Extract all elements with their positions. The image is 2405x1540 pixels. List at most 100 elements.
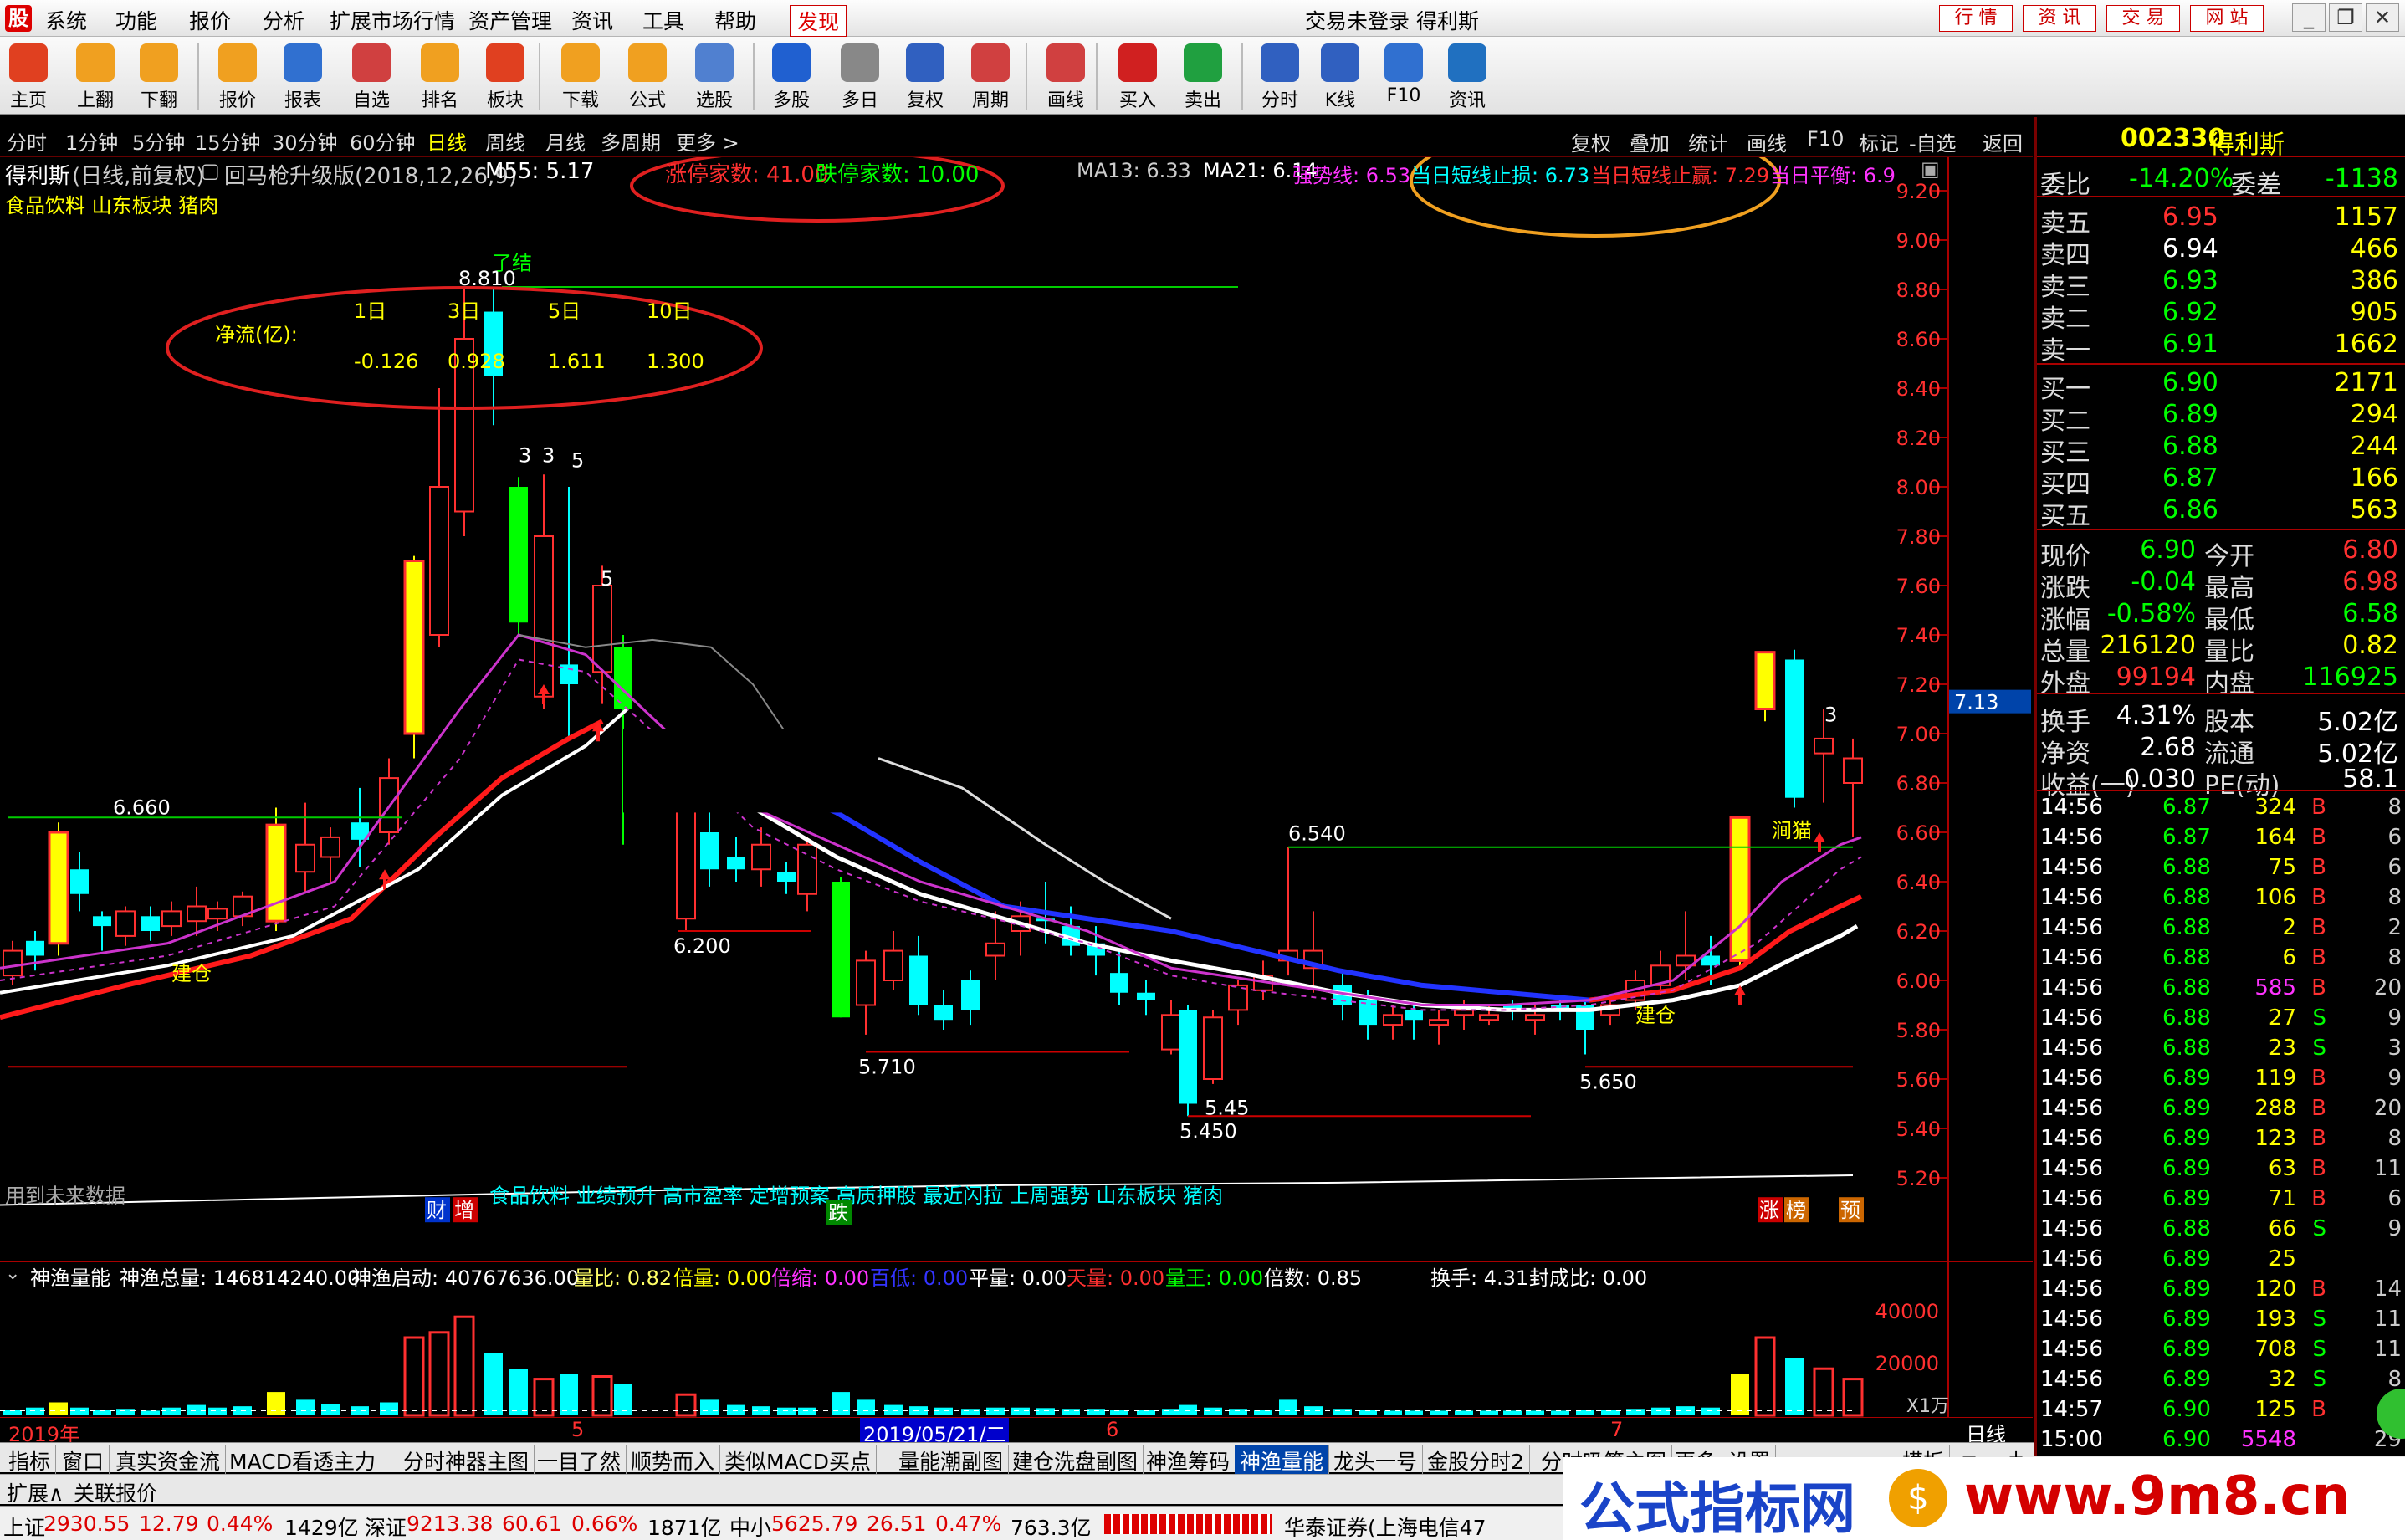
chart-settings-icon[interactable]: ▣	[1921, 157, 1940, 181]
tab-2[interactable]: 真实资金流	[110, 1445, 227, 1476]
menu-system[interactable]: 系统	[45, 5, 87, 35]
candle-body	[1785, 659, 1804, 798]
toolbar-f6-button[interactable]: 自选	[341, 40, 402, 112]
toolbar-separator	[753, 43, 755, 110]
toolbar-f10-button[interactable]: F10	[1374, 40, 1434, 112]
news-button[interactable]: 资 讯	[2023, 5, 2096, 32]
toolbar-formula-button[interactable]: 公式	[617, 40, 678, 112]
tab-related-quote[interactable]: 关联报价	[74, 1477, 157, 1507]
chart-tool-5[interactable]: 标记	[1859, 127, 1899, 156]
tick-side-16: B	[2311, 1277, 2326, 1302]
menu-tools[interactable]: 工具	[642, 5, 684, 35]
menu-help[interactable]: 帮助	[714, 5, 756, 35]
trade-button[interactable]: 交 易	[2106, 5, 2180, 32]
price-axis-label: 7.80	[1896, 525, 1941, 549]
volume-bar	[986, 1407, 1005, 1415]
toolbar-clock-button[interactable]: 多日	[830, 40, 890, 112]
toolbar-f8-button[interactable]: 周期	[960, 40, 1021, 112]
chart-tool-1[interactable]: 叠加	[1630, 127, 1670, 156]
volume-menu-icon[interactable]: ⌄	[5, 1263, 20, 1284]
chart-tool-4[interactable]: F10	[1807, 127, 1844, 151]
toolbar-kline-button[interactable]: K线	[1310, 40, 1370, 112]
menu-assets[interactable]: 资产管理	[468, 5, 552, 35]
toolbar-home-button[interactable]: 主页	[0, 40, 59, 112]
toolbar-sell-button[interactable]: 卖出	[1173, 40, 1233, 112]
bid-price-3: 6.87	[2162, 463, 2218, 493]
tab-5[interactable]: 一目了然	[532, 1445, 627, 1476]
menu-function[interactable]: 功能	[115, 5, 157, 35]
tab-9[interactable]: 建仓洗盘副图	[1007, 1445, 1144, 1476]
website-button[interactable]: 网 站	[2190, 5, 2264, 32]
toolbar-button-label: 公式	[628, 90, 666, 111]
toolbar-draw-button[interactable]: 画线	[1036, 40, 1096, 112]
restore-icon[interactable]: ❐	[2329, 3, 2362, 32]
price-axis-label: 5.60	[1896, 1068, 1941, 1092]
period-tab-6[interactable]: 日线	[427, 126, 467, 156]
volume-bar	[1430, 1410, 1448, 1415]
toolbar-intraday-button[interactable]: 分时	[1250, 40, 1310, 112]
period-tab-1[interactable]: 1分钟	[65, 126, 118, 156]
toolbar-report-button[interactable]: 报表	[273, 40, 333, 112]
period-tab-0[interactable]: 分时	[7, 126, 47, 156]
tab-1[interactable]: 窗口	[57, 1445, 110, 1476]
menu-discover[interactable]: 发现	[790, 5, 847, 37]
tab-8[interactable]: 量能潮副图	[893, 1445, 1010, 1476]
menu-extended-market[interactable]: 扩展市场行情	[330, 5, 455, 35]
tab-3[interactable]: MACD看透主力	[224, 1445, 381, 1476]
tab-13[interactable]: 金股分时2	[1422, 1445, 1530, 1476]
candle-body	[48, 831, 69, 945]
tab-10[interactable]: 神渔筹码	[1141, 1445, 1236, 1476]
tab-6[interactable]: 顺势而入	[626, 1445, 721, 1476]
period-tab-3[interactable]: 15分钟	[195, 126, 261, 156]
chart-tool-0[interactable]: 复权	[1571, 127, 1611, 156]
sz-amount: 1871亿	[647, 1516, 722, 1540]
chart-tool-3[interactable]: 画线	[1747, 127, 1787, 156]
toolbar-multi-stock-button[interactable]: 多股	[761, 40, 821, 112]
toolbar-pick-stock-button[interactable]: 选股	[684, 40, 745, 112]
f6-icon	[352, 43, 391, 82]
menu-news[interactable]: 资讯	[571, 5, 613, 35]
period-tab-8[interactable]: 月线	[545, 126, 586, 156]
toolbar-download-button[interactable]: 下载	[550, 40, 611, 112]
quote-button[interactable]: 行 情	[1939, 5, 2013, 32]
toolbar-yen-button[interactable]: 报价	[207, 40, 268, 112]
date-axis: 2019年 5 2019/05/21/二 6 7 日线	[0, 1417, 2033, 1447]
settings-icon[interactable]: ▢	[201, 159, 220, 182]
period-tab-2[interactable]: 5分钟	[132, 126, 185, 156]
toolbar-buy-button[interactable]: 买入	[1108, 40, 1168, 112]
tick-count-11: 8	[2387, 1126, 2402, 1151]
toolbar-arrow-up-button[interactable]: 上翻	[65, 40, 125, 112]
tab-11[interactable]: 神渔量能	[1235, 1445, 1330, 1476]
price-axis-label: 8.80	[1896, 279, 1941, 302]
tick-price-5: 6.88	[2162, 945, 2211, 970]
volume-beishu: 倍数: 0.85	[1264, 1266, 1363, 1290]
period-tab-9[interactable]: 多周期	[601, 126, 661, 156]
period-tab-7[interactable]: 周线	[485, 126, 525, 156]
tab-12[interactable]: 龙头一号	[1328, 1445, 1424, 1476]
toolbar-news-button[interactable]: 资讯	[1437, 40, 1497, 112]
tab-7[interactable]: 类似MACD买点	[719, 1445, 877, 1476]
tab-4[interactable]: 分时神器主图	[398, 1445, 535, 1476]
tick-count-6: 20	[2373, 975, 2402, 1000]
bid-vol-2: 244	[2350, 432, 2398, 461]
period-tab-10[interactable]: 更多 >	[676, 126, 739, 156]
minimize-icon[interactable]: _	[2292, 3, 2326, 32]
volume-title[interactable]: 神渔量能	[30, 1261, 110, 1291]
chart-tool-6[interactable]: -自选	[1909, 127, 1957, 156]
chart-tool-2[interactable]: 统计	[1688, 127, 1728, 156]
toolbar-arrow-down-button[interactable]: 下翻	[129, 40, 189, 112]
toolbar-rank-button[interactable]: 排名	[410, 40, 470, 112]
tab-expand[interactable]: 扩展∧	[7, 1477, 64, 1507]
menu-quote[interactable]: 报价	[189, 5, 231, 35]
menu-analysis[interactable]: 分析	[263, 5, 304, 35]
indicator-name[interactable]: 回马枪升级版(2018,12,26,9)	[224, 159, 517, 190]
tab-0[interactable]: 指标	[3, 1445, 57, 1476]
close-icon[interactable]: ✕	[2366, 3, 2399, 32]
toolbar-restore-button[interactable]: 复权	[895, 40, 955, 112]
toolbar-grid-button[interactable]: 板块	[475, 40, 535, 112]
period-tab-4[interactable]: 30分钟	[272, 126, 338, 156]
period-tab-5[interactable]: 60分钟	[350, 126, 416, 156]
chart-tool-7[interactable]: 返回	[1983, 127, 2023, 156]
tick-time-19: 14:56	[2040, 1367, 2103, 1392]
volume-bar	[1036, 1408, 1055, 1415]
